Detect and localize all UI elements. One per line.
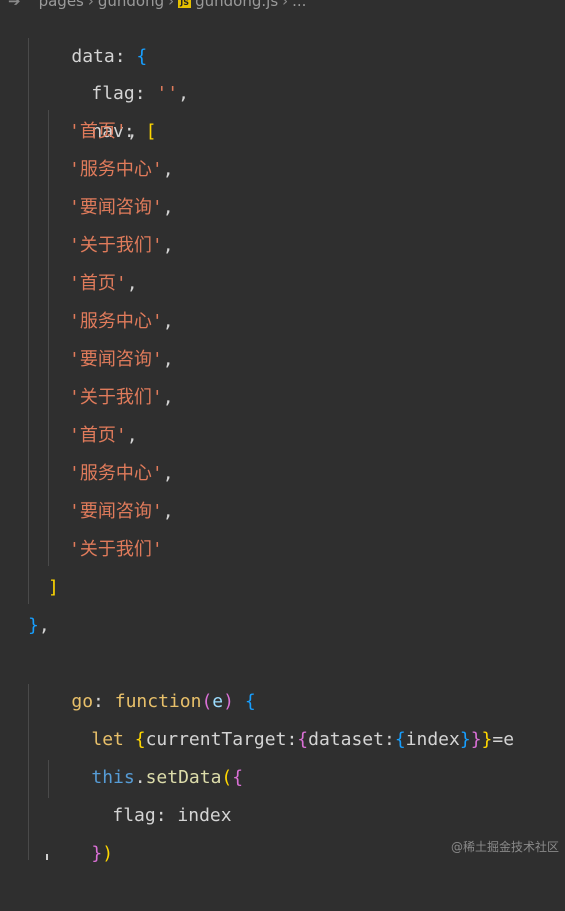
indent-guide [28,38,29,604]
code-line: '关于我们' [69,539,163,560]
code-line: go: function(e) { [71,691,256,712]
code-line: '要闻咨询', [69,197,174,218]
code-line: this.setData({ [91,767,244,788]
code-line: '要闻咨询', [69,349,174,370]
code-line: '服务中心', [69,463,174,484]
code-line: data: { [71,46,148,67]
code-line: '关于我们', [69,387,174,408]
code-line: nav: [ [91,121,157,142]
code-editor[interactable]: data: { flag: '', nav: [ '首页', '服务中心', '… [0,0,565,864]
code-line: '首页', [69,121,138,142]
code-line: flag: '', [91,83,189,104]
code-line: ] [48,577,59,598]
code-line: '要闻咨询', [69,501,174,522]
code-line: '服务中心', [69,311,174,332]
code-line: flag: index [112,805,232,826]
code-line: }, [28,615,50,636]
code-line: '首页', [69,273,138,294]
code-line: '服务中心', [69,159,174,180]
code-line: let {currentTarget:{dataset:{index}}}=e [91,729,515,750]
code-line: '关于我们', [69,235,174,256]
code-line: }) [91,843,114,864]
watermark: @稀土掘金技术社区 [450,840,559,854]
code-line: '首页', [69,425,138,446]
cursor-indicator [46,854,48,860]
